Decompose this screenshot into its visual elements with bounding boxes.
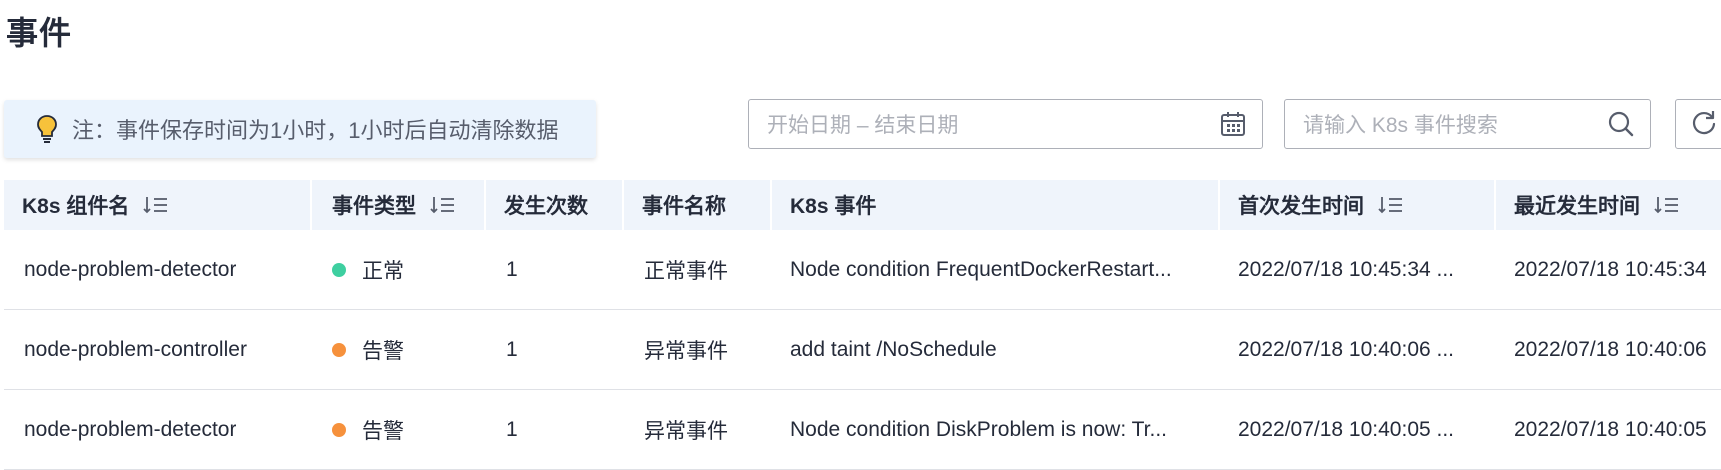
column-header-last-time-label: 最近发生时间 — [1514, 195, 1640, 218]
filter-sort-icon[interactable] — [430, 195, 456, 215]
search-icon[interactable] — [1606, 109, 1636, 139]
cell-event-name: 异常事件 — [644, 339, 728, 363]
refresh-button[interactable] — [1675, 99, 1721, 149]
status-dot — [332, 262, 346, 277]
calendar-icon[interactable] — [1218, 109, 1248, 139]
column-divider — [1218, 180, 1220, 230]
date-range-picker[interactable]: 开始日期 – 结束日期 — [748, 99, 1263, 149]
cell-first-time: 2022/07/18 10:40:05 ... — [1238, 417, 1455, 441]
events-table: K8s 组件名 事件类型 发生次数 事件名称 K8s 事件 首次发生时间 最近发… — [4, 180, 1721, 470]
table-row[interactable]: node-problem-detector 正常 1 正常事件 Node con… — [4, 230, 1721, 310]
column-header-name: 事件名称 — [642, 180, 726, 230]
filter-sort-icon[interactable] — [143, 195, 169, 215]
notice-text: 注：事件保存时间为1小时，1小时后自动清除数据 — [72, 118, 559, 143]
column-header-first-time-label: 首次发生时间 — [1238, 195, 1364, 218]
date-range-placeholder: 开始日期 – 结束日期 — [767, 114, 959, 137]
lightbulb-icon — [36, 113, 60, 145]
search-placeholder: 请输入 K8s 事件搜索 — [1303, 114, 1498, 137]
column-header-last-time[interactable]: 最近发生时间 — [1514, 180, 1680, 230]
cell-event-type: 告警 — [332, 390, 472, 469]
column-divider — [622, 180, 624, 230]
column-header-event-label: K8s 事件 — [790, 195, 877, 218]
table-row[interactable]: node-problem-controller 告警 1 异常事件 add ta… — [4, 310, 1721, 390]
cell-component: node-problem-detector — [24, 417, 237, 441]
filter-sort-icon[interactable] — [1654, 195, 1680, 215]
cell-event-type: 告警 — [332, 310, 472, 389]
column-header-name-label: 事件名称 — [642, 195, 726, 218]
refresh-icon — [1690, 108, 1718, 141]
cell-first-time: 2022/07/18 10:45:34 ... — [1238, 257, 1455, 281]
table-header: K8s 组件名 事件类型 发生次数 事件名称 K8s 事件 首次发生时间 最近发… — [4, 180, 1721, 230]
status-dot — [332, 342, 346, 357]
cell-component: node-problem-controller — [24, 337, 247, 361]
cell-count: 1 — [506, 337, 518, 361]
column-header-component-label: K8s 组件名 — [22, 195, 130, 218]
column-divider — [484, 180, 486, 230]
status-dot — [332, 422, 346, 437]
column-header-type[interactable]: 事件类型 — [332, 180, 456, 230]
column-header-first-time[interactable]: 首次发生时间 — [1238, 180, 1404, 230]
page-title: 事件 — [6, 15, 73, 51]
cell-last-time: 2022/07/18 10:45:34 — [1514, 257, 1707, 281]
column-header-count-label: 发生次数 — [504, 195, 588, 218]
cell-k8s-event: add taint /NoSchedule — [790, 337, 997, 361]
table-row[interactable]: node-problem-detector 告警 1 异常事件 Node con… — [4, 390, 1721, 470]
column-divider — [310, 180, 312, 230]
cell-k8s-event: Node condition FrequentDockerRestart... — [790, 257, 1172, 281]
column-divider — [770, 180, 772, 230]
cell-last-time: 2022/07/18 10:40:05 — [1514, 417, 1707, 441]
event-type-label: 告警 — [362, 419, 404, 443]
column-divider — [1494, 180, 1496, 230]
column-header-event: K8s 事件 — [790, 180, 876, 230]
cell-event-name: 异常事件 — [644, 419, 728, 443]
retention-notice: 注：事件保存时间为1小时，1小时后自动清除数据 — [4, 100, 596, 158]
event-search-input[interactable]: 请输入 K8s 事件搜索 — [1284, 99, 1651, 149]
cell-event-name: 正常事件 — [644, 259, 728, 283]
column-header-count: 发生次数 — [504, 180, 588, 230]
cell-first-time: 2022/07/18 10:40:06 ... — [1238, 337, 1455, 361]
cell-event-type: 正常 — [332, 230, 472, 309]
cell-last-time: 2022/07/18 10:40:06 — [1514, 337, 1707, 361]
column-header-type-label: 事件类型 — [332, 195, 416, 218]
event-type-label: 正常 — [362, 259, 404, 283]
cell-k8s-event: Node condition DiskProblem is now: Tr... — [790, 417, 1167, 441]
cell-component: node-problem-detector — [24, 257, 237, 281]
cell-count: 1 — [506, 257, 518, 281]
cell-count: 1 — [506, 417, 518, 441]
column-header-component[interactable]: K8s 组件名 — [22, 180, 169, 230]
filter-sort-icon[interactable] — [1378, 195, 1404, 215]
event-type-label: 告警 — [362, 339, 404, 363]
